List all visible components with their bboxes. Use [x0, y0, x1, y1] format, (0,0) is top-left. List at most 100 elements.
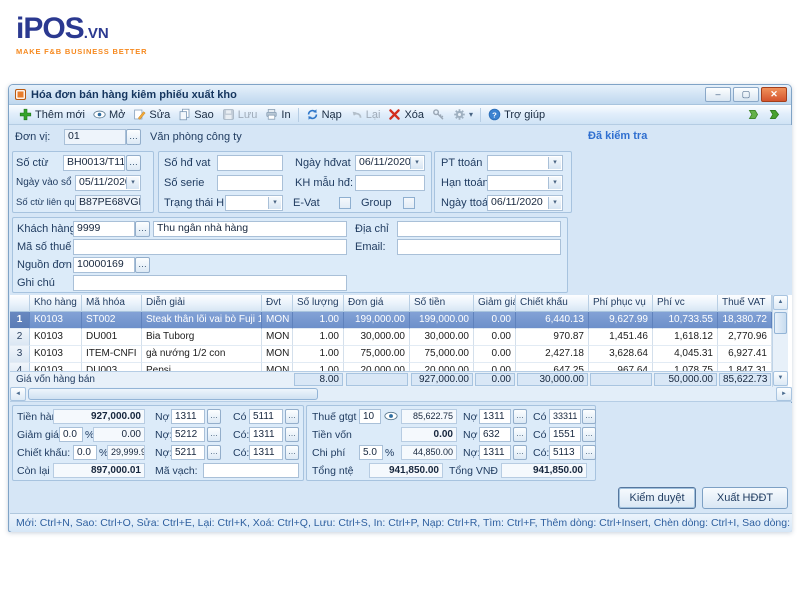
expense-credit-account[interactable]: 5113: [549, 445, 581, 460]
address-field[interactable]: [397, 221, 561, 237]
remaining-amount-value[interactable]: 897,000.01: [53, 463, 145, 478]
col-rebate[interactable]: Chiết khấu: [516, 295, 589, 312]
vat-debit-account[interactable]: 1311: [479, 409, 511, 424]
undo-button[interactable]: Lại: [346, 106, 385, 124]
close-button[interactable]: ✕: [761, 87, 787, 102]
doc-no-field[interactable]: BH0013/T11: [63, 155, 125, 171]
edit-button[interactable]: Sửa: [129, 106, 174, 124]
barcode-field[interactable]: [203, 463, 299, 478]
table-row[interactable]: 2 K0103 DU001 Bia Tuborg MON 1.00 30,000…: [10, 329, 772, 346]
vat-debit-lookup[interactable]: …: [513, 409, 527, 424]
rebate-debit-account[interactable]: 5211: [171, 445, 205, 460]
tax-code-field[interactable]: [73, 239, 347, 255]
invoice-template-field[interactable]: [355, 175, 425, 191]
invoice-status-dropdown[interactable]: ▾: [225, 195, 283, 211]
payment-date-dropdown[interactable]: ▾: [548, 197, 561, 209]
doc-no-lookup-button[interactable]: …: [126, 155, 141, 171]
vat-date-field[interactable]: 06/11/2020▾: [355, 155, 425, 171]
rebate-credit-lookup[interactable]: …: [285, 445, 299, 460]
copy-button[interactable]: Sao: [174, 106, 218, 124]
col-amount[interactable]: Số tiền: [410, 295, 474, 312]
rebate-pct-field[interactable]: 0.0: [73, 445, 97, 460]
col-description[interactable]: Diễn giải: [142, 295, 262, 312]
horizontal-scroll-thumb[interactable]: [28, 388, 318, 400]
rebate-credit-account[interactable]: 1311: [249, 445, 283, 460]
order-source-lookup-button[interactable]: …: [135, 257, 150, 273]
goods-amount-value[interactable]: 927,000.00: [53, 409, 145, 424]
note-field[interactable]: [73, 275, 347, 291]
expense-credit-lookup[interactable]: …: [582, 445, 596, 460]
customer-name-field[interactable]: Thu ngân nhà hàng: [153, 221, 347, 237]
discount-debit-account[interactable]: 5212: [171, 427, 205, 442]
goods-credit-account[interactable]: 5111: [249, 409, 283, 424]
new-button[interactable]: Thêm mới: [15, 106, 89, 124]
customer-code-field[interactable]: 9999: [73, 221, 135, 237]
goods-credit-lookup[interactable]: …: [285, 409, 299, 424]
delete-button[interactable]: Xóa: [384, 106, 428, 124]
rebate-debit-lookup[interactable]: …: [207, 445, 221, 460]
minimize-button[interactable]: –: [705, 87, 731, 102]
col-quantity[interactable]: Số lượng: [293, 295, 344, 312]
goods-debit-lookup[interactable]: …: [207, 409, 221, 424]
email-field[interactable]: [397, 239, 561, 255]
rebate-amount-value[interactable]: 29,999.99: [107, 445, 145, 460]
entry-date-dropdown[interactable]: ▾: [126, 177, 139, 189]
col-service-fee[interactable]: Phí phục vụ: [589, 295, 653, 312]
vat-amount-value[interactable]: 85,622.75: [401, 409, 457, 424]
payment-method-dropdown[interactable]: ▾: [487, 155, 563, 171]
cost-credit-lookup[interactable]: …: [582, 427, 596, 442]
scroll-right-button[interactable]: ►: [776, 387, 792, 401]
maximize-button[interactable]: ▢: [733, 87, 759, 102]
expense-debit-account[interactable]: 1311: [479, 445, 511, 460]
col-warehouse[interactable]: Kho hàng: [30, 295, 82, 312]
vertical-scroll-thumb[interactable]: [774, 312, 787, 334]
cost-debit-lookup[interactable]: …: [513, 427, 527, 442]
save-button[interactable]: Lưu: [218, 106, 262, 124]
help-button[interactable]: ?Trợ giúp: [484, 106, 549, 124]
scroll-down-button[interactable]: ▼: [773, 371, 788, 386]
scroll-up-button[interactable]: ▲: [773, 295, 788, 310]
horizontal-scrollbar[interactable]: ◄ ►: [10, 387, 792, 402]
title-bar[interactable]: Hóa đơn bán hàng kiêm phiếu xuất kho – ▢…: [9, 85, 791, 105]
open-button[interactable]: Mở: [89, 106, 129, 124]
expense-pct-field[interactable]: 5.0: [359, 445, 383, 460]
vat-rate-field[interactable]: 10: [359, 409, 381, 424]
payment-date-field[interactable]: 06/11/2020▾: [487, 195, 563, 211]
reload-button[interactable]: Nạp: [302, 106, 346, 124]
vat-credit-lookup[interactable]: …: [582, 409, 596, 424]
discount-pct-field[interactable]: 0.0: [59, 427, 83, 442]
vertical-scrollbar[interactable]: ▲ ▼: [772, 295, 788, 387]
expense-debit-lookup[interactable]: …: [513, 445, 527, 460]
order-source-field[interactable]: 10000169: [73, 257, 135, 273]
expense-amount-value[interactable]: 44,850.00: [401, 445, 457, 460]
discount-debit-lookup[interactable]: …: [207, 427, 221, 442]
invoice-status-caret[interactable]: ▾: [268, 197, 281, 209]
payment-method-caret[interactable]: ▾: [548, 157, 561, 169]
print-button[interactable]: In: [261, 106, 294, 124]
entry-date-field[interactable]: 05/11/2020▾: [75, 175, 141, 191]
serial-field[interactable]: [217, 175, 283, 191]
total-vnd-value[interactable]: 941,850.00: [501, 463, 587, 478]
approve-button[interactable]: Kiểm duyệt: [618, 487, 696, 509]
customer-lookup-button[interactable]: …: [135, 221, 150, 237]
nav-next-button[interactable]: [764, 106, 785, 124]
table-row[interactable]: 3 K0103 ITEM-CNFI gà nướng 1/2 con MON 1…: [10, 346, 772, 363]
nav-prev-button[interactable]: [743, 106, 764, 124]
cost-amount-value[interactable]: 0.00: [401, 427, 457, 442]
vat-eye-icon[interactable]: [384, 409, 398, 423]
discount-amount-value[interactable]: 0.00: [93, 427, 145, 442]
goods-debit-account[interactable]: 1311: [171, 409, 205, 424]
table-row[interactable]: 1 K0103 ST002 Steak thân lõi vai bò Fuji…: [10, 312, 772, 329]
col-vat[interactable]: Thuế VAT: [718, 295, 772, 312]
vat-date-dropdown[interactable]: ▾: [410, 157, 423, 169]
col-unit-price[interactable]: Đơn giá: [344, 295, 410, 312]
unit-lookup-button[interactable]: …: [126, 129, 141, 145]
related-doc-field[interactable]: B87PE68VGLE...: [75, 195, 141, 211]
cost-debit-account[interactable]: 632: [479, 427, 511, 442]
total-fc-value[interactable]: 941,850.00: [369, 463, 443, 478]
col-uom[interactable]: Đvt: [262, 295, 293, 312]
discount-credit-account[interactable]: 1311: [249, 427, 283, 442]
payment-term-dropdown[interactable]: ▾: [487, 175, 563, 191]
col-shipping-fee[interactable]: Phí vc: [653, 295, 718, 312]
export-einvoice-button[interactable]: Xuất HĐĐT: [702, 487, 788, 509]
